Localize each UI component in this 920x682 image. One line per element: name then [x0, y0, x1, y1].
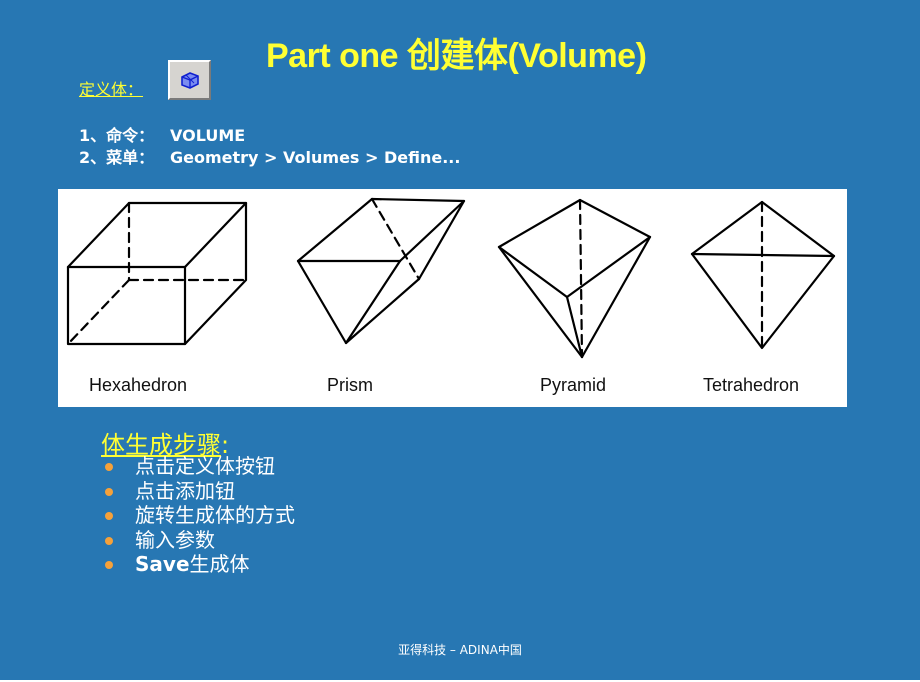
bullet-icon	[105, 536, 113, 545]
step-text: 点击定义体按钮	[135, 454, 275, 478]
bullet-icon	[105, 561, 113, 569]
command-value: VOLUME	[170, 126, 246, 145]
step-text-rest: 生成体	[189, 552, 250, 576]
shape-label-prism: Prism	[327, 375, 373, 395]
shape-label-hexahedron: Hexahedron	[89, 375, 188, 395]
menu-path-line: 2、菜单： Geometry > Volumes > Define...	[79, 144, 460, 168]
prism-drawing	[296, 197, 466, 345]
menu-path-value: Geometry > Volumes > Define...	[170, 148, 461, 167]
define-volume-label: 定义体：	[79, 76, 157, 100]
pyramid-drawing	[497, 198, 652, 359]
save-keyword: Save	[135, 552, 190, 576]
bullet-icon	[105, 512, 113, 520]
shape-label-tetrahedron: Tetrahedron	[703, 375, 800, 395]
define-volume-text: 定义体：	[79, 80, 144, 99]
footer-text: 亚得科技 – ADINA中国	[398, 643, 522, 657]
slide-title: Part one 创建体(Volume)	[266, 37, 647, 75]
step-text: 点击添加钮	[135, 478, 235, 503]
hexahedron-drawing	[66, 201, 248, 346]
step-text: Save生成体	[135, 552, 250, 577]
tetrahedron-drawing	[690, 200, 836, 350]
step-text: 旋转生成体的方式	[135, 503, 295, 527]
command-label: 1、命令：	[79, 126, 155, 145]
define-volume-button[interactable]	[168, 60, 211, 100]
command-line: 1、命令： VOLUME	[79, 122, 245, 146]
shape-label-pyramid: Pyramid	[540, 375, 607, 395]
step-text: 输入参数	[135, 527, 215, 552]
menu-label: 2、菜单：	[79, 148, 155, 167]
volume-define-icon	[180, 72, 199, 89]
bullet-icon	[105, 463, 113, 471]
bullet-icon	[105, 487, 113, 496]
